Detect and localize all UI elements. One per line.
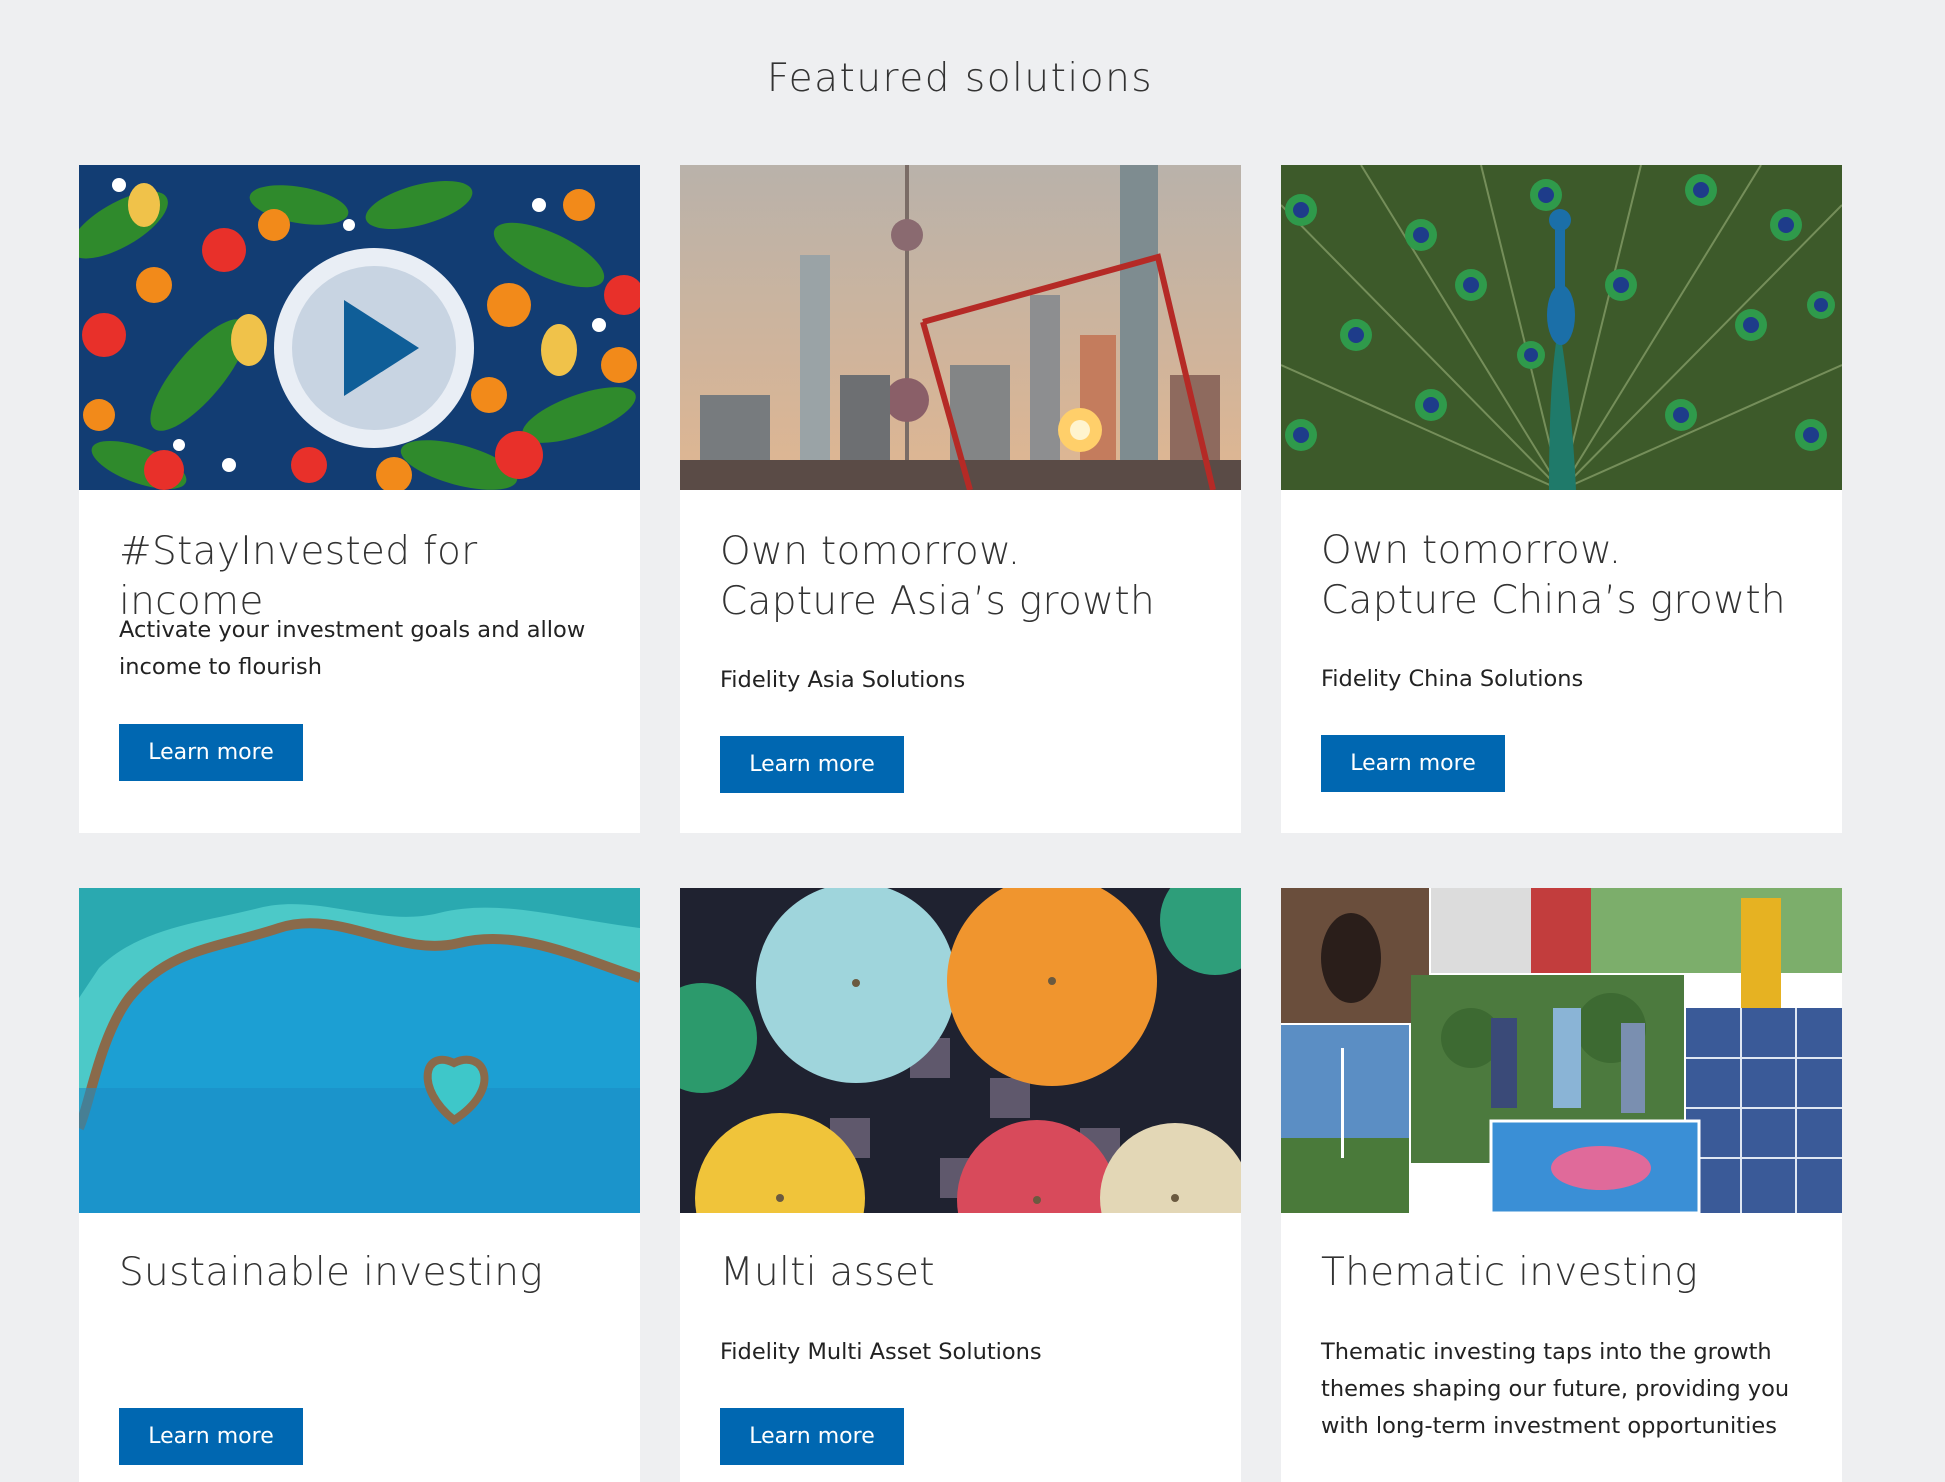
learn-more-button[interactable]: Learn more [720,1408,904,1465]
card-title: Sustainable investing [119,1250,543,1295]
card-title: Own tomorrow. Capture Asia’s growth [720,529,1155,624]
card-title: Multi asset [720,1250,935,1295]
card-image-peacock [1281,165,1842,490]
card-description: Fidelity Asia Solutions [720,667,966,693]
card-title: Thematic investing [1321,1250,1698,1295]
card-image-paper-umbrellas [680,888,1241,1213]
learn-more-button[interactable]: Learn more [119,1408,303,1465]
card-image-thematic-collage [1281,888,1842,1213]
section-title: Featured solutions [766,56,1154,102]
card-image-fruit-video[interactable] [79,165,640,490]
card-thematic-investing: Thematic investing Thematic investing ta… [1281,888,1842,1482]
card-description: Activate your investment goals and allow… [119,617,586,680]
card-description: Thematic investing taps into the growth … [1321,1339,1790,1439]
card-title: Own tomorrow. Capture China’s growth [1321,528,1786,623]
card-china-growth: Own tomorrow. Capture China’s growth Fid… [1281,165,1842,833]
card-image-heart-reef [79,888,640,1213]
card-sustainable-investing: Sustainable investing Learn more [79,888,640,1482]
card-stay-invested: #StayInvested for income Activate your i… [79,165,640,833]
learn-more-button[interactable]: Learn more [1321,735,1505,792]
card-image-asia-skyline [680,165,1241,490]
card-multi-asset: Multi asset Fidelity Multi Asset Solutio… [680,888,1241,1482]
card-asia-growth: Own tomorrow. Capture Asia’s growth Fide… [680,165,1241,833]
learn-more-button[interactable]: Learn more [720,736,904,793]
learn-more-button[interactable]: Learn more [119,724,303,781]
card-description: Fidelity Multi Asset Solutions [720,1339,1042,1365]
card-description: Fidelity China Solutions [1321,666,1584,692]
